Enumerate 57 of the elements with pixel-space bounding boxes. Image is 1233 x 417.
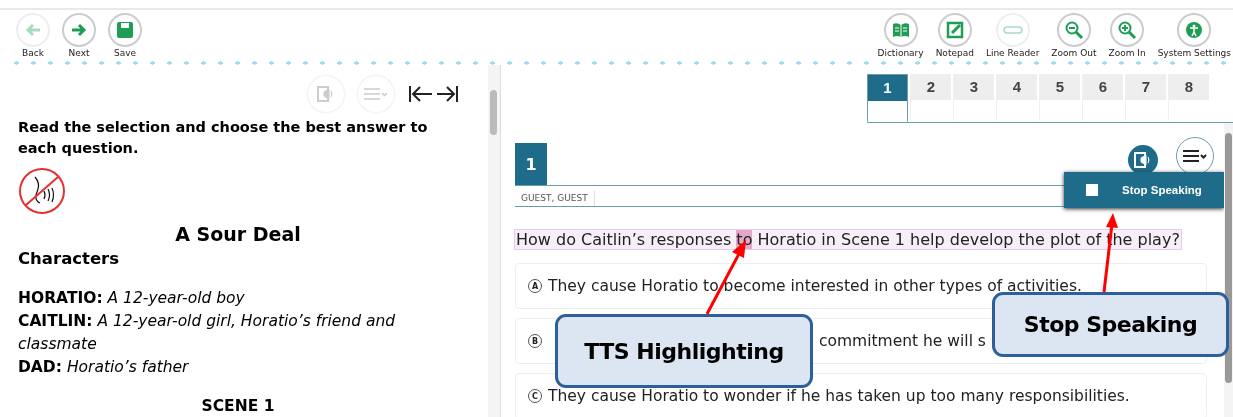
instruction-text: Read the selection and choose the best answer to each question. bbox=[18, 118, 429, 158]
dictionary-button[interactable] bbox=[883, 13, 918, 47]
menu-icon bbox=[363, 87, 389, 101]
zoomin-button[interactable] bbox=[1110, 13, 1145, 47]
tool-label: System Settings bbox=[1157, 48, 1231, 58]
callout-tooltip: TTS Highlighting bbox=[555, 314, 813, 388]
arrow-right-icon bbox=[436, 83, 458, 105]
speaker-button[interactable] bbox=[1128, 145, 1158, 175]
speaker-icon bbox=[1133, 150, 1153, 170]
question-tab[interactable]: 3 bbox=[953, 74, 994, 121]
tool-label: Next bbox=[68, 48, 90, 58]
stop-icon bbox=[1086, 184, 1098, 196]
characters-heading: Characters bbox=[18, 249, 121, 268]
menu-button[interactable] bbox=[1176, 137, 1214, 175]
arrow-left-icon bbox=[408, 83, 434, 105]
question-tab[interactable]: 6 bbox=[1082, 74, 1123, 121]
notepad-button[interactable] bbox=[937, 13, 972, 47]
question-number: 1 bbox=[515, 143, 547, 185]
character-entry: HORATIO: A 12-year-old boy bbox=[18, 288, 246, 309]
book-icon bbox=[890, 20, 911, 40]
option-text: They cause Horatio to become interested in other types of activities. bbox=[548, 277, 1082, 295]
scrollbar[interactable] bbox=[488, 65, 500, 417]
tool-label: Save bbox=[113, 48, 137, 58]
question-tab[interactable]: 7 bbox=[1125, 74, 1166, 121]
tool-label: Dictionary bbox=[877, 48, 924, 58]
menu-icon bbox=[1182, 149, 1208, 163]
tool-label: Zoom Out bbox=[1051, 48, 1097, 58]
student-name: GUEST, GUEST bbox=[515, 191, 595, 206]
settings-button[interactable] bbox=[1177, 13, 1212, 47]
tool-label: Back bbox=[22, 48, 44, 58]
notepad-icon bbox=[944, 20, 965, 40]
scrollbar[interactable] bbox=[1224, 123, 1233, 417]
question-tab[interactable]: 5 bbox=[1039, 74, 1080, 121]
question-tab[interactable]: 1 bbox=[867, 74, 908, 122]
save-icon bbox=[115, 20, 135, 40]
stop-speaking-menu[interactable]: Stop Speaking bbox=[1064, 172, 1224, 208]
tool-label: Line Reader bbox=[985, 48, 1040, 58]
question-tab[interactable]: 2 bbox=[910, 74, 951, 121]
tool-label: Zoom In bbox=[1108, 48, 1146, 58]
option-text: commitment he will s bbox=[819, 332, 986, 350]
next-button[interactable] bbox=[62, 13, 96, 47]
no-speaking-icon bbox=[18, 167, 66, 215]
character-entry: CAITLIN: A 12-year-old girl, Horatio’s friend and classmate bbox=[18, 311, 397, 355]
accessibility-icon bbox=[1184, 20, 1205, 40]
zoomout-button[interactable] bbox=[1056, 13, 1091, 47]
save-button[interactable] bbox=[108, 13, 142, 47]
zoom-out-icon bbox=[1063, 20, 1084, 40]
passage-title: A Sour Deal bbox=[174, 223, 302, 245]
zoom-in-icon bbox=[1117, 20, 1138, 40]
option-text: They cause Horatio to wonder if he has taken up too many responsibilities. bbox=[548, 387, 1130, 405]
tool-label: Notepad bbox=[935, 48, 974, 58]
question-tab[interactable]: 4 bbox=[996, 74, 1037, 121]
callout-tooltip: Stop Speaking bbox=[992, 292, 1229, 357]
question-tab[interactable]: 8 bbox=[1168, 74, 1209, 121]
character-entry: DAD: Horatio’s father bbox=[18, 357, 190, 378]
speaker-icon bbox=[316, 84, 336, 104]
scene-heading: SCENE 1 bbox=[200, 397, 276, 415]
